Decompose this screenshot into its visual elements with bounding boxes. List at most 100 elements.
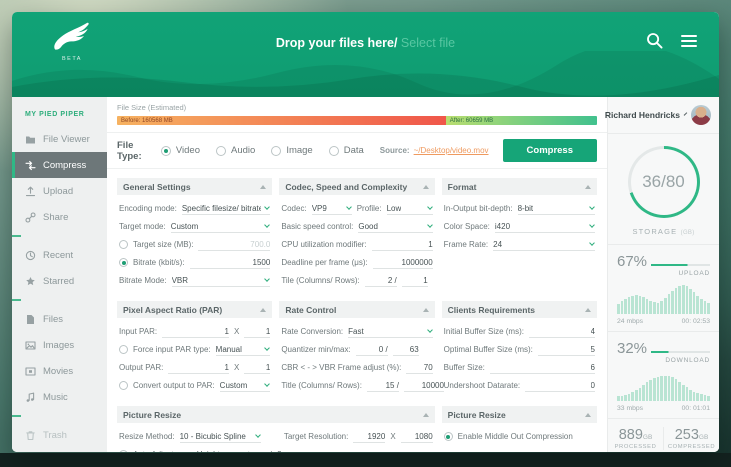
radio-data[interactable] — [329, 146, 339, 156]
sidebar-item-file-viewer[interactable]: File Viewer — [12, 126, 107, 152]
collapse-icon[interactable] — [585, 413, 591, 417]
initial-buffer-input[interactable]: 4 — [529, 325, 595, 338]
field-cbr-vbr: CBR < - > VBR Frame adjust (%): 70 — [279, 360, 434, 375]
menu-icon[interactable] — [681, 35, 697, 47]
radio-video[interactable] — [161, 146, 171, 156]
radio-image[interactable] — [271, 146, 281, 156]
collapse-icon[interactable] — [585, 308, 591, 312]
field-rate-conversion: Rate Conversion: Fast — [279, 324, 434, 339]
file-type-option-video[interactable]: Video — [161, 145, 200, 156]
sidebar-item-share[interactable]: Share — [12, 204, 107, 230]
target-height-input[interactable]: 1080 — [401, 430, 433, 443]
profile-select[interactable]: Low — [387, 202, 433, 215]
panel-header[interactable]: Rate Control — [279, 301, 434, 318]
image-icon — [25, 340, 36, 351]
user-menu[interactable]: Richard Hendricks — [608, 97, 719, 134]
rate-conversion-select[interactable]: Fast — [348, 325, 433, 338]
panel-header[interactable]: Codec, Speed and Complexity — [279, 178, 434, 195]
optimal-buffer-input[interactable]: 5 — [538, 343, 595, 356]
panel-header[interactable]: Clients Requirements — [442, 301, 597, 318]
radio-audio[interactable] — [216, 146, 226, 156]
target-mode-select[interactable]: Custom — [171, 220, 271, 233]
field-initial-buffer: Initial Buffer Size (ms): 4 — [442, 324, 597, 339]
frame-rate-select[interactable]: 24 — [493, 238, 595, 251]
resize-method-select[interactable]: 10 - Bicubic Spline — [180, 430, 261, 443]
color-space-select[interactable]: i420 — [495, 220, 595, 233]
target-width-input[interactable]: 1920 — [353, 430, 385, 443]
quantizer-max-input[interactable]: 63 — [393, 343, 419, 356]
panel-header[interactable]: Format — [442, 178, 597, 195]
chevron-down-icon — [264, 345, 270, 351]
convert-par-select[interactable]: Custom — [220, 379, 271, 392]
upload-label: UPLOAD — [617, 270, 710, 277]
title-rows-input[interactable]: 10000 — [404, 379, 444, 392]
drop-zone[interactable]: Drop your files here/ Select file — [12, 36, 719, 50]
target-size-input[interactable]: 700.0 — [198, 238, 270, 251]
sidebar-item-movies[interactable]: Movies — [12, 358, 107, 384]
radio-auto-adjust[interactable] — [119, 450, 128, 452]
file-size-before-segment: Before: 160568 MB — [117, 116, 446, 125]
chevron-down-icon[interactable] — [684, 112, 688, 116]
field-target-size: Target size (MB): 700.0 — [117, 237, 272, 252]
collapse-icon[interactable] — [585, 185, 591, 189]
input-par-y-input[interactable]: 1 — [244, 325, 270, 338]
field-buffer-size: Buffer Size: 6 — [442, 360, 597, 375]
sidebar-item-upload[interactable]: Upload — [12, 178, 107, 204]
encoding-mode-select[interactable]: Specific filesize/ bitrate — [182, 202, 271, 215]
force-par-select[interactable]: Manual — [216, 343, 271, 356]
file-type-option-data[interactable]: Data — [329, 145, 364, 156]
undershoot-input[interactable]: 0 — [525, 379, 595, 392]
sidebar-item-files[interactable]: Files — [12, 306, 107, 332]
sidebar-item-music[interactable]: Music — [12, 384, 107, 410]
source-file-link[interactable]: ~/Desktop/video.mov — [414, 146, 489, 155]
file-type-option-audio[interactable]: Audio — [216, 145, 255, 156]
radio-target-size[interactable] — [119, 240, 128, 249]
collapse-icon[interactable] — [260, 185, 266, 189]
field-output-par: Output PAR: 1 X 1 — [117, 360, 272, 375]
avatar[interactable] — [691, 105, 711, 125]
select-file-link[interactable]: Select file — [401, 36, 455, 50]
mod-select[interactable]: 8 — [277, 448, 301, 452]
cbr-vbr-input[interactable]: 70 — [406, 361, 432, 374]
panel-header[interactable]: Pixel Aspect Ratio (PAR) — [117, 301, 272, 318]
bitrate-input[interactable]: 1500 — [190, 256, 271, 269]
auto-adjust-dimension-select[interactable]: Height — [197, 448, 243, 452]
output-par-x-input[interactable]: 1 — [168, 361, 229, 374]
radio-force-par[interactable] — [119, 345, 128, 354]
radio-bitrate[interactable] — [119, 258, 128, 267]
input-par-x-input[interactable]: 1 — [162, 325, 229, 338]
upload-speed: 24 mbps — [617, 318, 643, 325]
tile-columns-input[interactable]: 2 / — [365, 274, 397, 287]
sidebar-item-trash[interactable]: Trash — [12, 422, 107, 448]
tile-rows-input[interactable]: 1 — [402, 274, 428, 287]
bit-depth-select[interactable]: 8-bit — [518, 202, 595, 215]
sidebar-item-compress[interactable]: Compress — [12, 152, 107, 178]
sidebar-item-starred[interactable]: Starred — [12, 268, 107, 294]
compress-button[interactable]: Compress — [503, 139, 597, 162]
collapse-icon[interactable] — [260, 308, 266, 312]
buffer-size-input[interactable]: 6 — [490, 361, 595, 374]
title-columns-input[interactable]: 15 / — [367, 379, 399, 392]
radio-middle-out[interactable] — [444, 432, 453, 441]
file-type-option-image[interactable]: Image — [271, 145, 312, 156]
upload-progress-line — [651, 264, 710, 266]
quantizer-min-input[interactable]: 0 / — [356, 343, 388, 356]
upload-percent: 67% — [617, 253, 647, 270]
bitrate-mode-select[interactable]: VBR — [172, 274, 271, 287]
search-icon[interactable] — [646, 32, 663, 49]
sidebar-item-recent[interactable]: Recent — [12, 242, 107, 268]
panel-header[interactable]: Picture Resize — [117, 406, 435, 423]
cpu-modifier-input[interactable]: 1 — [372, 238, 433, 251]
deadline-input[interactable]: 1000000 — [373, 256, 433, 269]
codec-select[interactable]: VP9 — [312, 202, 352, 215]
panel-header[interactable]: General Settings — [117, 178, 272, 195]
speed-control-select[interactable]: Good — [358, 220, 432, 233]
collapse-icon[interactable] — [423, 185, 429, 189]
sidebar-item-images[interactable]: Images — [12, 332, 107, 358]
file-size-label: File Size (Estimated) — [117, 103, 597, 112]
radio-convert-par[interactable] — [119, 381, 128, 390]
panel-header[interactable]: Picture Resize — [442, 406, 597, 423]
collapse-icon[interactable] — [423, 308, 429, 312]
collapse-icon[interactable] — [423, 413, 429, 417]
output-par-y-input[interactable]: 1 — [244, 361, 270, 374]
